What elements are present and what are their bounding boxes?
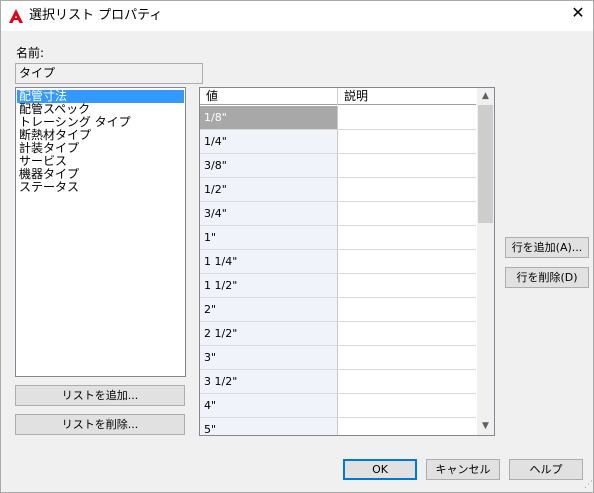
value-cell[interactable]: 1/2" [200, 178, 338, 201]
grid-body: 1/8" 1/4" 3/8" 1/2" 3/4" 1" 1 1/4" 1 1/2… [200, 106, 476, 435]
description-cell[interactable] [338, 130, 476, 153]
value-cell[interactable]: 3" [200, 346, 338, 369]
close-icon: ✕ [571, 3, 585, 22]
value-cell[interactable]: 3/4" [200, 202, 338, 225]
window-title: 選択リスト プロパティ [29, 8, 163, 23]
description-cell[interactable] [338, 106, 476, 129]
table-row[interactable]: 3" [200, 346, 476, 370]
value-cell[interactable]: 1/8" [200, 106, 338, 129]
value-cell[interactable]: 4" [200, 394, 338, 417]
select-list-properties-dialog: 選択リスト プロパティ ✕ 名前: タイプ 配管寸法 配管スペック トレーシング… [0, 0, 594, 493]
description-cell[interactable] [338, 394, 476, 417]
table-row[interactable]: 2 1/2" [200, 322, 476, 346]
scroll-thumb[interactable] [478, 105, 493, 223]
delete-list-button[interactable]: リストを削除... [15, 414, 185, 435]
table-row[interactable]: 5" [200, 418, 476, 435]
value-cell[interactable]: 3/8" [200, 154, 338, 177]
table-row[interactable]: 3/8" [200, 154, 476, 178]
grid-header: 値 説明 [200, 88, 476, 105]
name-field[interactable]: タイプ [15, 63, 203, 84]
scroll-up-icon[interactable]: ▲ [477, 88, 494, 105]
table-row[interactable]: 2" [200, 298, 476, 322]
table-row[interactable]: 1 1/2" [200, 274, 476, 298]
table-row[interactable]: 1/8" [200, 106, 476, 130]
resize-grip-icon[interactable]: ⋰ [581, 479, 593, 491]
description-cell[interactable] [338, 250, 476, 273]
close-button[interactable]: ✕ [563, 1, 593, 25]
column-header-description[interactable]: 説明 [338, 88, 476, 105]
help-button[interactable]: ヘルプ [509, 459, 583, 480]
title-bar[interactable]: 選択リスト プロパティ ✕ [1, 1, 593, 31]
description-cell[interactable] [338, 274, 476, 297]
add-row-button[interactable]: 行を追加(A)... [505, 237, 589, 258]
value-cell[interactable]: 1 1/4" [200, 250, 338, 273]
table-row[interactable]: 3 1/2" [200, 370, 476, 394]
table-row[interactable]: 3/4" [200, 202, 476, 226]
value-cell[interactable]: 5" [200, 418, 338, 435]
value-cell[interactable]: 2" [200, 298, 338, 321]
table-row[interactable]: 1/2" [200, 178, 476, 202]
description-cell[interactable] [338, 154, 476, 177]
add-list-button[interactable]: リストを追加... [15, 385, 185, 406]
description-cell[interactable] [338, 226, 476, 249]
name-label: 名前: [16, 46, 45, 60]
cancel-button[interactable]: キャンセル [426, 459, 500, 480]
value-cell[interactable]: 1/4" [200, 130, 338, 153]
table-row[interactable]: 4" [200, 394, 476, 418]
description-cell[interactable] [338, 370, 476, 393]
table-row[interactable]: 1" [200, 226, 476, 250]
description-cell[interactable] [338, 346, 476, 369]
table-row[interactable]: 1/4" [200, 130, 476, 154]
table-row[interactable]: 1 1/4" [200, 250, 476, 274]
list-item[interactable]: ステータス [17, 181, 184, 194]
description-cell[interactable] [338, 418, 476, 435]
select-lists-listbox[interactable]: 配管寸法 配管スペック トレーシング タイプ 断熱材タイプ 計装タイプ サービス… [15, 87, 186, 377]
value-cell[interactable]: 2 1/2" [200, 322, 338, 345]
value-cell[interactable]: 1 1/2" [200, 274, 338, 297]
scroll-down-icon[interactable]: ▼ [477, 418, 494, 435]
description-cell[interactable] [338, 298, 476, 321]
description-cell[interactable] [338, 322, 476, 345]
delete-row-button[interactable]: 行を削除(D) [505, 267, 589, 288]
value-cell[interactable]: 3 1/2" [200, 370, 338, 393]
value-cell[interactable]: 1" [200, 226, 338, 249]
values-grid[interactable]: 値 説明 1/8" 1/4" 3/8" 1/2" 3/4" 1" 1 1/4" … [199, 87, 495, 436]
description-cell[interactable] [338, 202, 476, 225]
description-cell[interactable] [338, 178, 476, 201]
grid-scrollbar[interactable]: ▲ ▼ [477, 88, 494, 435]
autocad-a-icon [8, 8, 24, 24]
column-header-value[interactable]: 値 [200, 88, 338, 105]
ok-button[interactable]: OK [343, 459, 417, 480]
